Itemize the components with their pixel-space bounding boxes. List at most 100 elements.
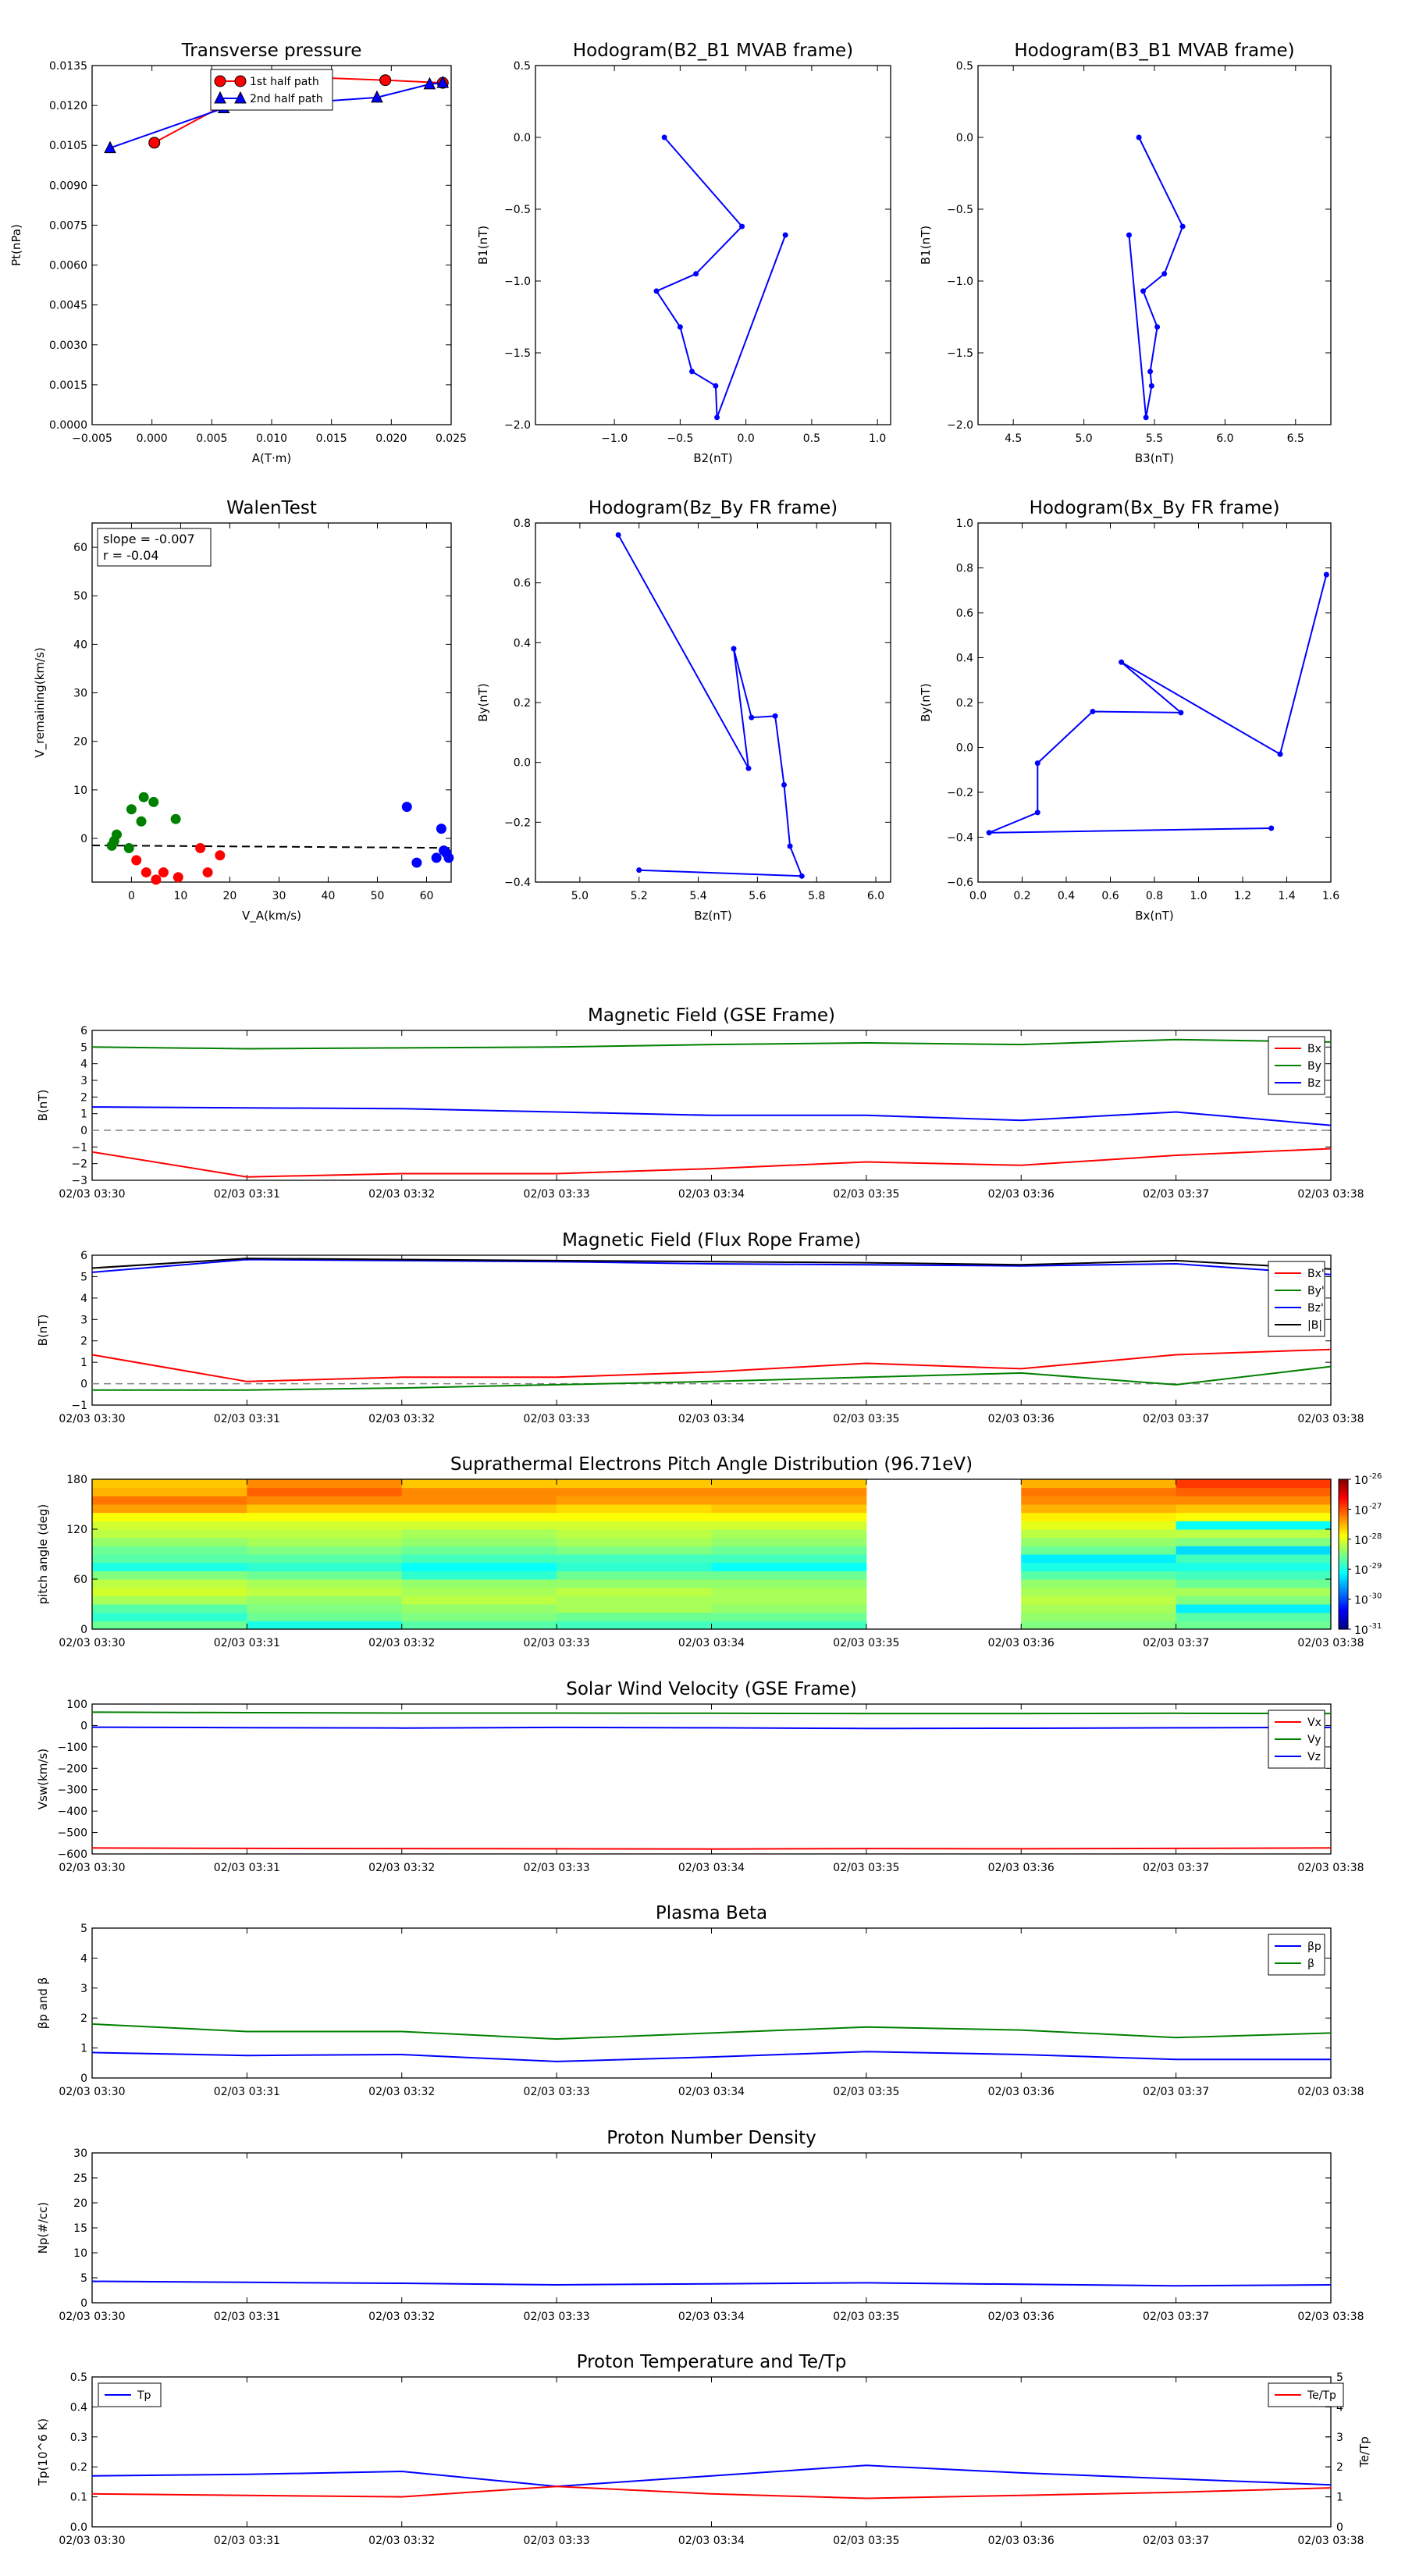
y-tick-label: 50 [73,590,87,603]
legend-label: Vy [1307,1734,1321,1746]
scatter-point [401,802,412,813]
plot-frame [91,2152,1332,2304]
data-point [1179,223,1186,229]
x-axis-label: Bx(nT) [1135,909,1174,923]
heatmap-cell [711,1496,867,1505]
x-tick-label: 02/03 03:33 [524,2086,590,2098]
legend-label: Tp [137,2389,151,2402]
colorbar-tick-label: 10 [1354,1504,1368,1517]
data-point [986,830,992,836]
chart-beta: 02/03 03:30 02/03 03:31 02/03 03:32 02/03 0… [36,1903,1364,2098]
heatmap-cell [247,1487,403,1496]
x-tick-label: 02/03 03:33 [524,1413,590,1425]
y-tick-label: 0.8 [514,518,531,530]
scatter-point [158,867,169,878]
y-tick-label: 0.6 [514,578,531,590]
data-point [772,713,778,719]
y-tick-label: −0.4 [947,832,973,845]
y-tick-label: 1 [80,1357,87,1369]
y-tick-label: 0.0135 [49,60,87,73]
heatmap-cell [557,1571,713,1580]
scatter-point [431,852,442,863]
y-tick-label: −0.2 [947,787,973,799]
heatmap-cell [247,1546,403,1555]
y-axis-label: B(nT) [36,1315,50,1347]
x-tick-label: 0.025 [436,432,467,445]
x-tick-label: 02/03 03:38 [1297,2535,1364,2547]
x-tick-label: 1.2 [1234,890,1251,902]
scatter-point [173,872,183,883]
data-point [1148,382,1154,389]
heatmap-cell [92,1537,247,1546]
heatmap-cell [557,1554,713,1564]
scatter-point [131,855,142,866]
y-tick-label: 0 [80,2073,87,2085]
series-line [91,2485,1332,2500]
heatmap-cell [711,1537,867,1546]
data-point [1140,288,1147,294]
data-point [615,532,621,538]
x-tick-label: 02/03 03:30 [59,2535,125,2547]
heatmap-cell [711,1604,867,1614]
y-tick-label: −1 [71,1400,87,1412]
data-point [1090,709,1096,714]
y-tick-label-right: 0 [1336,2521,1343,2534]
data-point [799,873,805,879]
x-tick-label: 02/03 03:34 [678,2311,745,2323]
y-tick-label: −2.0 [504,419,531,432]
plot-frame [977,65,1332,425]
x-tick-label: 5.5 [1146,432,1163,445]
series-line [92,1365,1332,1391]
y-tick-label: −0.4 [504,877,531,889]
x-tick-label: 02/03 03:35 [833,2311,899,2323]
heatmap-cell [711,1571,867,1580]
data-point [1126,232,1132,238]
chart-temp: 02/03 03:30 02/03 03:31 02/03 03:32 02/03 0… [36,2352,1371,2547]
heatmap-cell [711,1487,867,1496]
legend-label: By' [1307,1285,1325,1297]
colorbar-tick-exponent: -28 [1369,1532,1382,1541]
chart-transverse: −0.005 0.000 0.005 0.010 0.015 0.020 0.025 0.00… [9,41,467,465]
y-tick-label: 20 [73,736,87,749]
heatmap-cell [1021,1479,1177,1489]
heatmap-cell [92,1487,247,1496]
y-tick-label: 100 [66,1699,87,1711]
scatter-point [411,857,422,868]
data-point [1323,571,1329,578]
scatter-point [151,874,162,885]
series-line [91,2280,1332,2287]
chart-title: Hodogram(B2_B1 MVAB frame) [573,41,853,61]
plot-frame [91,65,452,425]
y-tick-label: 0.0 [956,742,973,755]
heatmap-cell [247,1621,403,1630]
colorbar-tick-label: 10 [1354,1564,1368,1577]
heatmap-cell [1176,1546,1332,1555]
x-tick-label: 5.8 [808,890,825,902]
data-point [636,867,642,873]
chart-title: Transverse pressure [181,41,362,61]
y-tick-label: 0.0120 [49,100,87,112]
data-point [749,714,755,720]
y-tick-label: 0.0000 [49,419,87,432]
annotation-text: r = -0.04 [103,548,159,563]
y-axis-label: B1(nT) [919,226,933,265]
heatmap-cell [1176,1512,1332,1521]
x-tick-label: 0.005 [196,432,227,445]
heatmap-cell [1176,1621,1332,1630]
heatmap-cell [557,1504,713,1514]
data-point [661,134,667,141]
plot-frame [91,1703,1332,1855]
data-point [1034,809,1040,816]
y-tick-label: 6 [80,1025,87,1037]
heatmap-cell [247,1571,403,1580]
x-tick-label: 0.5 [803,432,820,445]
scatter-point [170,813,181,824]
chart-hodo_bxby: 0.0 0.2 0.4 0.6 0.8 1.0 1.2 1.4 1.6 −0.6 −0.4 −0.2 0… [919,498,1339,923]
x-tick-label: 6.5 [1287,432,1304,445]
x-tick-label: 02/03 03:36 [988,1637,1055,1649]
heatmap-cell [1176,1537,1332,1546]
y-tick-label: 2 [80,1091,87,1104]
y-tick-label: 0 [80,833,87,845]
x-tick-label: 1.6 [1322,890,1339,902]
heatmap-cell [1021,1596,1177,1605]
